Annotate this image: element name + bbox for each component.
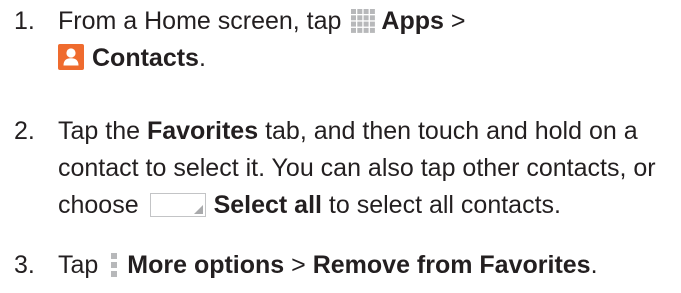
step-text: From a Home screen, tap Apps > Contacts. bbox=[58, 3, 674, 77]
apps-grid-icon bbox=[351, 9, 376, 33]
step-2: 2. Tap the Favorites tab, and then touch… bbox=[14, 113, 674, 224]
step-end: . bbox=[590, 251, 598, 279]
remove-from-favorites-label: Remove from Favorites bbox=[312, 251, 591, 279]
step-text-segment: Tap the bbox=[58, 117, 147, 145]
instruction-steps: 1. From a Home screen, tap Apps > Contac… bbox=[0, 0, 681, 293]
step-text: Tap More options > Remove from Favorites… bbox=[58, 247, 674, 284]
step-text-segment: From a Home screen, tap bbox=[58, 7, 349, 35]
step-separator: > bbox=[284, 251, 313, 279]
contacts-label: Contacts bbox=[92, 44, 199, 72]
step-number: 2. bbox=[14, 117, 35, 145]
more-options-icon bbox=[111, 253, 118, 277]
select-all-label: Select all bbox=[213, 191, 322, 219]
step-3: 3. Tap More options > Remove from Favori… bbox=[14, 247, 674, 284]
step-number: 1. bbox=[14, 7, 35, 35]
step-separator: > bbox=[443, 7, 466, 35]
step-text-segment: Tap bbox=[58, 251, 106, 279]
more-options-label: More options bbox=[127, 251, 285, 279]
step-1: 1. From a Home screen, tap Apps > Contac… bbox=[14, 3, 674, 77]
apps-label: Apps bbox=[381, 7, 444, 35]
select-all-checkbox-icon bbox=[149, 193, 206, 217]
step-number: 3. bbox=[14, 251, 35, 279]
favorites-label: Favorites bbox=[146, 117, 259, 145]
step-text-segment: to select all contacts. bbox=[321, 191, 561, 219]
step-text: Tap the Favorites tab, and then touch an… bbox=[58, 113, 674, 224]
contacts-app-icon bbox=[58, 44, 84, 70]
step-end: . bbox=[198, 44, 206, 72]
